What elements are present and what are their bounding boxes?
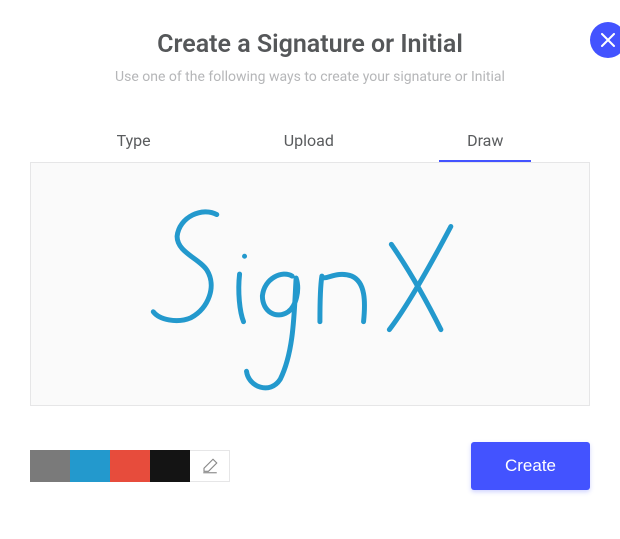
modal-subtitle: Use one of the following ways to create …: [30, 69, 590, 85]
color-palette: [30, 450, 230, 482]
color-swatch-gray[interactable]: [30, 450, 70, 482]
close-icon: [601, 33, 615, 47]
eraser-icon: [201, 457, 219, 475]
color-swatch-blue[interactable]: [70, 450, 110, 482]
close-button[interactable]: [590, 22, 620, 58]
tab-bar: Type Upload Draw: [30, 123, 590, 162]
eraser-button[interactable]: [190, 450, 230, 482]
color-swatch-black[interactable]: [150, 450, 190, 482]
signature-drawing: [31, 163, 589, 405]
create-button[interactable]: Create: [471, 442, 590, 490]
modal-title: Create a Signature or Initial: [30, 30, 590, 59]
signature-canvas[interactable]: [30, 162, 590, 406]
tab-type[interactable]: Type: [89, 123, 179, 162]
color-swatch-red[interactable]: [110, 450, 150, 482]
tab-draw[interactable]: Draw: [439, 123, 531, 162]
tab-upload[interactable]: Upload: [256, 123, 362, 162]
